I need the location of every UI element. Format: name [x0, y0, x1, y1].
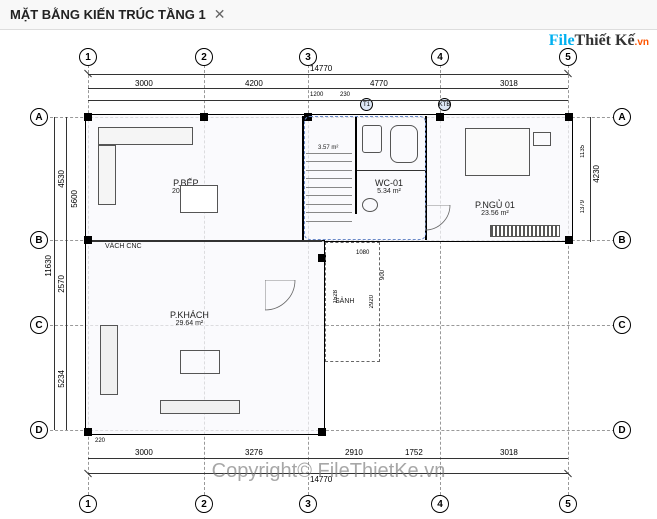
logo-thiet: Thiết — [575, 32, 615, 49]
column — [436, 113, 444, 121]
dim-line-top-total — [88, 74, 568, 75]
label-vach: VÁCH CNC — [105, 243, 142, 250]
label-wc: WC-01 5.34 m² — [375, 178, 403, 195]
close-icon[interactable]: ✕ — [214, 6, 226, 23]
grid-marker-5-top: 5 — [559, 48, 577, 66]
dim-bot-3018b: 3018 — [500, 448, 518, 457]
logo-ke: Kế — [615, 32, 635, 49]
tick — [84, 470, 92, 478]
dim-left-4530: 4530 — [57, 170, 66, 188]
logo-vn: .vn — [635, 37, 649, 48]
kitchen-counter — [98, 127, 193, 145]
coffee-table — [180, 350, 220, 374]
dim-line-bot-total — [88, 473, 568, 474]
bathtub — [390, 125, 418, 163]
dim-left-5234: 5234 — [57, 370, 66, 388]
grid-marker-2-bot: 2 — [195, 495, 213, 513]
wardrobe — [490, 225, 560, 237]
grid-marker-1-top: 1 — [79, 48, 97, 66]
label-stair-area: 3.57 m² — [318, 145, 338, 151]
dim-bot-3276: 3276 — [245, 448, 263, 457]
watermark-logo: FileThiết Kế.vn — [549, 32, 649, 50]
staircase — [306, 145, 352, 240]
room-name: WC-01 — [375, 178, 403, 188]
dim-top-2-3: 4200 — [245, 79, 263, 88]
dim-right-1379: 1379 — [580, 200, 586, 213]
dim-900: 900 — [380, 270, 386, 280]
grid-marker-4-top: 4 — [431, 48, 449, 66]
dim-bot-total: 14770 — [310, 475, 332, 484]
grid-marker-4-bot: 4 — [431, 495, 449, 513]
dim-line-top-3 — [88, 100, 568, 101]
toilet — [362, 125, 382, 153]
dim-220: 220 — [95, 438, 105, 444]
room-name: P.KHÁCH — [170, 310, 209, 320]
grid-marker-c-right: C — [613, 316, 631, 334]
grid-marker-5-bot: 5 — [559, 495, 577, 513]
tick — [84, 70, 92, 78]
column — [200, 113, 208, 121]
column — [84, 236, 92, 244]
dim-left-2570: 2570 — [57, 275, 66, 293]
sink — [362, 198, 378, 212]
sofa-l — [100, 325, 118, 395]
dim-line-top-seg — [88, 88, 568, 89]
tab-bar: MẶT BẰNG KIẾN TRÚC TẦNG 1 ✕ — [0, 0, 657, 30]
column — [565, 236, 573, 244]
tick — [564, 470, 572, 478]
grid-marker-b-right: B — [613, 231, 631, 249]
grid-marker-a-right: A — [613, 108, 631, 126]
dim-right-1135: 1135 — [580, 145, 586, 158]
dim-4770: 4770 — [370, 79, 388, 88]
kitchen-counter-l — [98, 145, 116, 205]
tv-console — [160, 400, 240, 414]
room-area: 5.34 m² — [375, 188, 403, 195]
logo-file: File — [549, 32, 575, 49]
dim-left-5600: 5600 — [70, 190, 79, 208]
dim-230: 230 — [340, 92, 350, 98]
dim-line-bot-seg — [88, 458, 568, 459]
dim-line-left-seg — [66, 117, 67, 430]
bed — [465, 128, 530, 176]
dim-bot-2910: 2910 — [345, 448, 363, 457]
dim-3018: 3018 — [500, 79, 518, 88]
dim-top-total: 14770 — [310, 64, 332, 73]
grid-marker-a-left: A — [30, 108, 48, 126]
drawing-canvas[interactable]: FileThiết Kế.vn 1 1 2 2 3 3 4 4 5 5 A A … — [0, 30, 657, 519]
dim-top-1-2: 3000 — [135, 79, 153, 88]
grid-marker-1-bot: 1 — [79, 495, 97, 513]
dim-bot-1752: 1752 — [405, 448, 423, 457]
room-area: 29.64 m² — [170, 320, 209, 327]
grid-marker-b-left: B — [30, 231, 48, 249]
grid-marker-2-top: 2 — [195, 48, 213, 66]
label-ngu: P.NGỦ 01 23.56 m² — [475, 200, 515, 217]
door-arc-icon — [265, 280, 305, 320]
dim-left-total: 11630 — [44, 255, 53, 277]
dim-line-right — [590, 117, 591, 242]
nightstand — [533, 132, 551, 146]
dim-right-4230: 4230 — [592, 165, 601, 183]
tick — [564, 70, 572, 78]
tab-title: MẶT BẰNG KIẾN TRÚC TẦNG 1 — [10, 7, 206, 22]
dim-bot-3000: 3000 — [135, 448, 153, 457]
dim-line-left-total — [54, 117, 55, 430]
label-khach: P.KHÁCH 29.64 m² — [170, 310, 209, 327]
door-arc-icon — [425, 205, 455, 235]
grid-marker-c-left: C — [30, 316, 48, 334]
grid-marker-d-right: D — [613, 421, 631, 439]
column — [84, 113, 92, 121]
room-area: 23.56 m² — [475, 210, 515, 217]
room-name: P.NGỦ 01 — [475, 200, 515, 210]
dining-table — [180, 185, 218, 213]
porch-area — [325, 242, 380, 362]
column — [318, 428, 326, 436]
wall-vach-cnc — [87, 240, 322, 242]
grid-marker-d-left: D — [30, 421, 48, 439]
column — [84, 428, 92, 436]
grid-marker-3-bot: 3 — [299, 495, 317, 513]
dim-1200: 1200 — [310, 92, 323, 98]
column — [565, 113, 573, 121]
